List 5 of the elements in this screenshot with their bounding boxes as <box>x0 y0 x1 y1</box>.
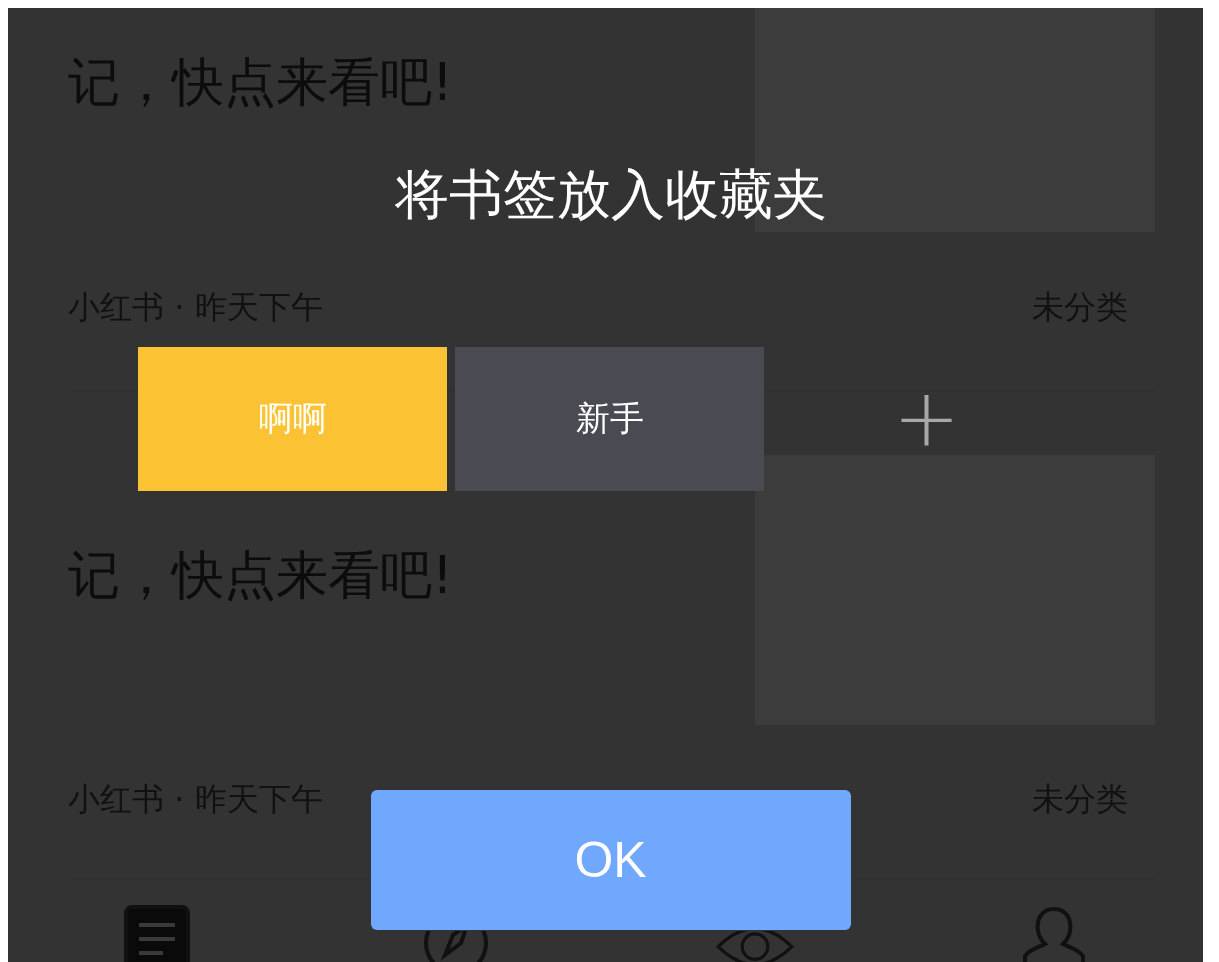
add-button[interactable]: + <box>883 379 970 459</box>
dialog-title: 将书签放入收藏夹 <box>394 162 827 228</box>
notes-icon[interactable] <box>122 905 193 962</box>
eye-icon[interactable] <box>714 931 795 962</box>
folder-tag[interactable]: 新手 <box>455 347 764 491</box>
